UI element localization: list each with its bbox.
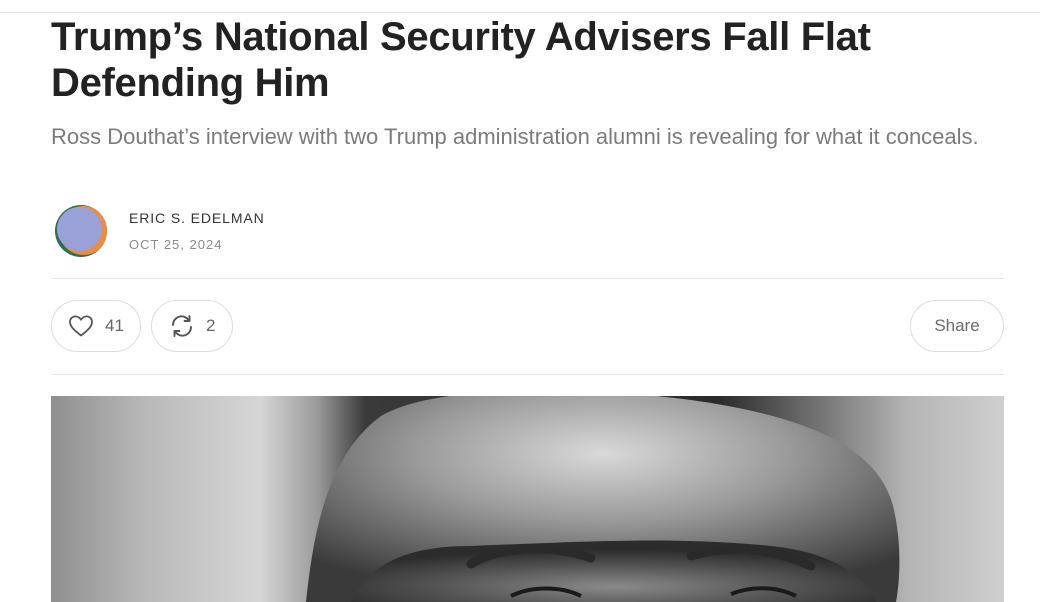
heart-icon (68, 314, 94, 338)
restack-button[interactable]: 2 (151, 300, 233, 352)
like-button[interactable]: 41 (51, 300, 141, 352)
hero-image (51, 396, 1004, 602)
byline: ERIC S. EDELMAN OCT 25, 2024 (51, 203, 1004, 259)
article-subtitle: Ross Douthat’s interview with two Trump … (51, 124, 979, 149)
share-button[interactable]: Share (910, 300, 1004, 352)
top-divider (0, 12, 1040, 13)
restack-count: 2 (206, 316, 216, 335)
avatar-face (57, 207, 102, 251)
author-name[interactable]: ERIC S. EDELMAN (129, 210, 265, 226)
article-title: Trump’s National Security Advisers Fall … (51, 15, 871, 105)
divider (51, 278, 1004, 279)
divider (51, 374, 1004, 375)
author-avatar[interactable] (55, 205, 107, 257)
publish-date: OCT 25, 2024 (129, 237, 223, 252)
restack-icon (169, 314, 195, 338)
like-count: 41 (105, 316, 124, 335)
